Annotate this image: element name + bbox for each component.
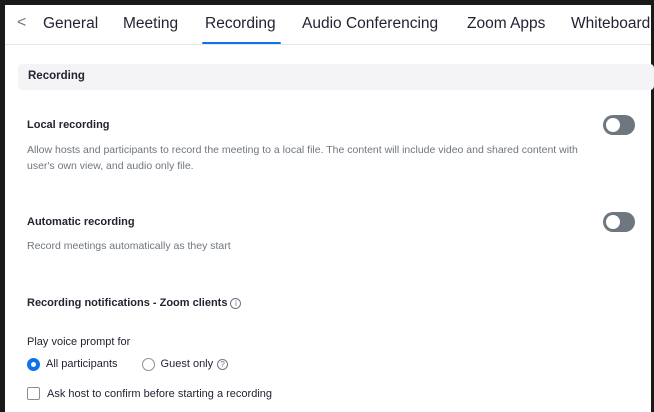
local-recording-title: Local recording xyxy=(27,119,110,131)
recording-notifications-title: Recording notifications - Zoom clients i xyxy=(27,297,242,309)
chevron-left-icon[interactable]: < xyxy=(17,14,26,32)
voice-prompt-radio-group: All participants Guest only ? xyxy=(27,356,229,372)
tab-whiteboard[interactable]: Whiteboard xyxy=(571,15,650,33)
tab-audio-conferencing[interactable]: Audio Conferencing xyxy=(302,15,438,33)
toggle-knob xyxy=(606,118,620,132)
tab-meeting[interactable]: Meeting xyxy=(123,15,178,33)
local-recording-description: Allow hosts and participants to record t… xyxy=(27,144,578,172)
toggle-knob xyxy=(606,215,620,229)
guest-only-radio[interactable] xyxy=(141,357,155,371)
recording-notifications-label: Recording notifications - Zoom clients xyxy=(27,297,228,309)
all-participants-radio[interactable] xyxy=(27,357,40,371)
active-tab-indicator xyxy=(202,42,281,44)
section-header: Recording xyxy=(18,64,654,90)
section-title: Recording xyxy=(28,70,85,82)
settings-tab-bar: < General Meeting Recording Audio Confer… xyxy=(5,5,651,45)
play-voice-prompt-label: Play voice prompt for xyxy=(27,336,131,348)
tab-general[interactable]: General xyxy=(43,15,98,33)
ask-host-confirm-checkbox[interactable] xyxy=(27,387,40,400)
info-icon[interactable]: i xyxy=(230,298,242,309)
help-icon[interactable]: ? xyxy=(217,358,229,370)
guest-only-label[interactable]: Guest only xyxy=(161,358,214,370)
automatic-recording-description: Record meetings automatically as they st… xyxy=(27,240,231,252)
local-recording-toggle[interactable] xyxy=(603,115,635,135)
confirm-recording-row: Ask host to confirm before starting a re… xyxy=(27,387,272,400)
tab-zoom-apps[interactable]: Zoom Apps xyxy=(467,15,545,33)
ask-host-confirm-label[interactable]: Ask host to confirm before starting a re… xyxy=(47,388,272,400)
window-frame-left xyxy=(0,0,5,412)
automatic-recording-title: Automatic recording xyxy=(27,216,135,228)
automatic-recording-toggle[interactable] xyxy=(603,212,635,232)
all-participants-label[interactable]: All participants xyxy=(46,358,118,370)
tab-recording[interactable]: Recording xyxy=(205,15,276,33)
